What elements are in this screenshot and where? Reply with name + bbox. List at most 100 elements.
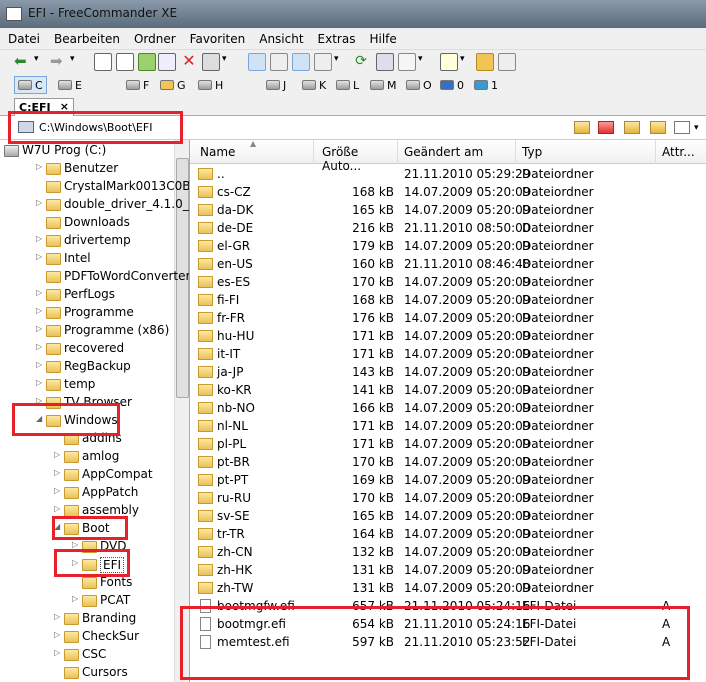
tree-item[interactable]: ▷ PerfLogs [0, 286, 174, 304]
menu-hilfe[interactable]: Hilfe [361, 28, 402, 46]
expand-icon[interactable]: ▷ [36, 360, 42, 369]
file-row[interactable]: ko-KR 141 kB 14.07.2009 05:20:09 Dateiordne… [190, 381, 706, 399]
folder-tree[interactable]: W7U Prog (C:) ▷ Benutzer CrystalMark0013C0B… [0, 140, 190, 682]
sync-icon[interactable] [498, 53, 516, 71]
expand-icon[interactable]: ▷ [72, 558, 78, 567]
copy-icon[interactable] [158, 53, 176, 71]
file-row[interactable]: ru-RU 170 kB 14.07.2009 05:20:09 Dateiordne… [190, 489, 706, 507]
tree-item[interactable]: ▷ TV Browser [0, 394, 174, 412]
file-row[interactable]: fr-FR 176 kB 14.07.2009 05:20:09 Dateiordne… [190, 309, 706, 327]
expand-icon[interactable]: ▷ [36, 306, 42, 315]
tree-item[interactable]: ▷ recovered [0, 340, 174, 358]
drive-m-button[interactable]: M [370, 76, 397, 94]
file-row[interactable]: .. 21.11.2010 05:29:29 Dateiordner [190, 165, 706, 183]
expand-icon[interactable]: ▷ [36, 234, 42, 243]
drive-h-button[interactable]: H [198, 76, 223, 94]
tree-item[interactable]: ◢ Boot [0, 520, 174, 538]
collapse-icon[interactable]: ◢ [54, 522, 60, 531]
drive-j-button[interactable]: J [266, 76, 286, 94]
drive-k-button[interactable]: K [302, 76, 326, 94]
expand-icon[interactable]: ▷ [72, 594, 78, 603]
column-attributes[interactable]: Attr... [656, 140, 706, 164]
forward-dropdown-icon[interactable]: ▾ [70, 54, 75, 64]
tree-item[interactable]: Cursors [0, 664, 174, 682]
file-row[interactable]: pl-PL 171 kB 14.07.2009 05:20:09 Dateiordne… [190, 435, 706, 453]
close-tab-icon[interactable]: × [60, 100, 69, 113]
expand-icon[interactable]: ▷ [36, 198, 42, 207]
back-dropdown-icon[interactable]: ▾ [34, 54, 39, 64]
tree-item[interactable]: ▷ AppCompat [0, 466, 174, 484]
tree-item[interactable]: ▷ temp [0, 376, 174, 394]
collapse-icon[interactable]: ◢ [36, 414, 42, 423]
file-row[interactable]: en-US 160 kB 21.11.2010 08:46:48 Dateiordne… [190, 255, 706, 273]
root-folder-icon[interactable] [650, 121, 666, 134]
expand-icon[interactable]: ▷ [36, 396, 42, 405]
path-dropdown-icon[interactable]: ▾ [694, 123, 699, 133]
column-modified[interactable]: Geändert am [398, 140, 516, 164]
tree-item[interactable]: ▷ drivertemp [0, 232, 174, 250]
file-row[interactable]: zh-CN 132 kB 14.07.2009 05:20:09 Dateiordne… [190, 543, 706, 561]
drive-e-button[interactable]: E [58, 76, 82, 94]
notes-icon[interactable] [440, 53, 458, 71]
file-row[interactable]: el-GR 179 kB 14.07.2009 05:20:09 Dateiordne… [190, 237, 706, 255]
current-path[interactable]: C:\Windows\Boot\EFI [39, 121, 152, 134]
tree-item[interactable]: ▷ CSC [0, 646, 174, 664]
expand-icon[interactable]: ▷ [36, 342, 42, 351]
view-list-icon[interactable] [314, 53, 332, 71]
view-small-icons-icon[interactable] [270, 53, 288, 71]
drive-o-button[interactable]: O [406, 76, 432, 94]
menu-favoriten[interactable]: Favoriten [182, 28, 252, 46]
file-row[interactable]: tr-TR 164 kB 14.07.2009 05:20:09 Dateiordne… [190, 525, 706, 543]
tree-item[interactable]: addins [0, 430, 174, 448]
file-row[interactable]: pt-BR 170 kB 14.07.2009 05:20:09 Dateiordne… [190, 453, 706, 471]
menu-datei[interactable]: Datei [0, 28, 46, 46]
tree-item[interactable]: ▷ Programme [0, 304, 174, 322]
file-row[interactable]: bootmgfw.efi 657 kB 21.11.2010 05:24:16 EFI… [190, 597, 706, 615]
drive-f-button[interactable]: F [126, 76, 149, 94]
expand-icon[interactable]: ▷ [54, 468, 60, 477]
expand-icon[interactable]: ▷ [36, 324, 42, 333]
tree-item[interactable]: W7U Prog (C:) [0, 142, 174, 160]
tree-item[interactable]: ▷ CheckSur [0, 628, 174, 646]
expand-icon[interactable]: ▷ [54, 630, 60, 639]
properties-icon[interactable] [202, 53, 220, 71]
view-details-icon[interactable] [292, 53, 310, 71]
settings-dropdown-icon[interactable]: ▾ [418, 54, 423, 64]
tree-scrollbar[interactable] [174, 140, 189, 682]
expand-icon[interactable]: ▷ [54, 450, 60, 459]
favorites-icon[interactable] [476, 53, 494, 71]
expand-icon[interactable]: ▷ [36, 162, 42, 171]
back-arrow-icon[interactable]: ⬅ [14, 53, 32, 71]
expand-icon[interactable]: ▷ [72, 540, 78, 549]
drive-c-button[interactable]: C [14, 76, 47, 94]
expand-icon[interactable]: ▷ [36, 378, 42, 387]
menu-extras[interactable]: Extras [310, 28, 362, 46]
favorite-folders-icon[interactable] [598, 121, 614, 134]
tree-item[interactable]: ▷ amlog [0, 448, 174, 466]
tree-item[interactable]: ▷ RegBackup [0, 358, 174, 376]
tree-item[interactable]: Downloads [0, 214, 174, 232]
settings-icon[interactable] [398, 53, 416, 71]
view-dropdown-icon[interactable]: ▾ [334, 54, 339, 64]
folder-history-icon[interactable] [574, 121, 590, 134]
tree-item[interactable]: ▷ Benutzer [0, 160, 174, 178]
new-folder-icon[interactable] [138, 53, 156, 71]
drive-network-button[interactable]: 1 [474, 76, 498, 94]
menu-ansicht[interactable]: Ansicht [251, 28, 309, 46]
file-row[interactable]: zh-HK 131 kB 14.07.2009 05:20:09 Dateiordne… [190, 561, 706, 579]
file-row[interactable]: hu-HU 171 kB 14.07.2009 05:20:09 Dateiordne… [190, 327, 706, 345]
expand-icon[interactable]: ▷ [54, 648, 60, 657]
edit-icon[interactable] [116, 53, 134, 71]
file-row[interactable]: zh-TW 131 kB 14.07.2009 05:20:09 Dateiordne… [190, 579, 706, 597]
refresh-icon[interactable]: ⟳ [352, 53, 370, 71]
menu-bearbeiten[interactable]: Bearbeiten [46, 28, 126, 46]
file-row[interactable]: nb-NO 166 kB 14.07.2009 05:20:09 Dateiordne… [190, 399, 706, 417]
column-type[interactable]: Typ [516, 140, 656, 164]
file-row[interactable]: es-ES 170 kB 14.07.2009 05:20:09 Dateiordne… [190, 273, 706, 291]
file-list[interactable]: Name Größe Auto... Geändert am Typ Attr.… [190, 140, 706, 682]
panel-icon[interactable] [376, 53, 394, 71]
expand-icon[interactable]: ▷ [36, 252, 42, 261]
notes-dropdown-icon[interactable]: ▾ [460, 54, 465, 64]
expand-icon[interactable]: ▷ [54, 504, 60, 513]
file-row[interactable]: nl-NL 171 kB 14.07.2009 05:20:09 Dateiordne… [190, 417, 706, 435]
